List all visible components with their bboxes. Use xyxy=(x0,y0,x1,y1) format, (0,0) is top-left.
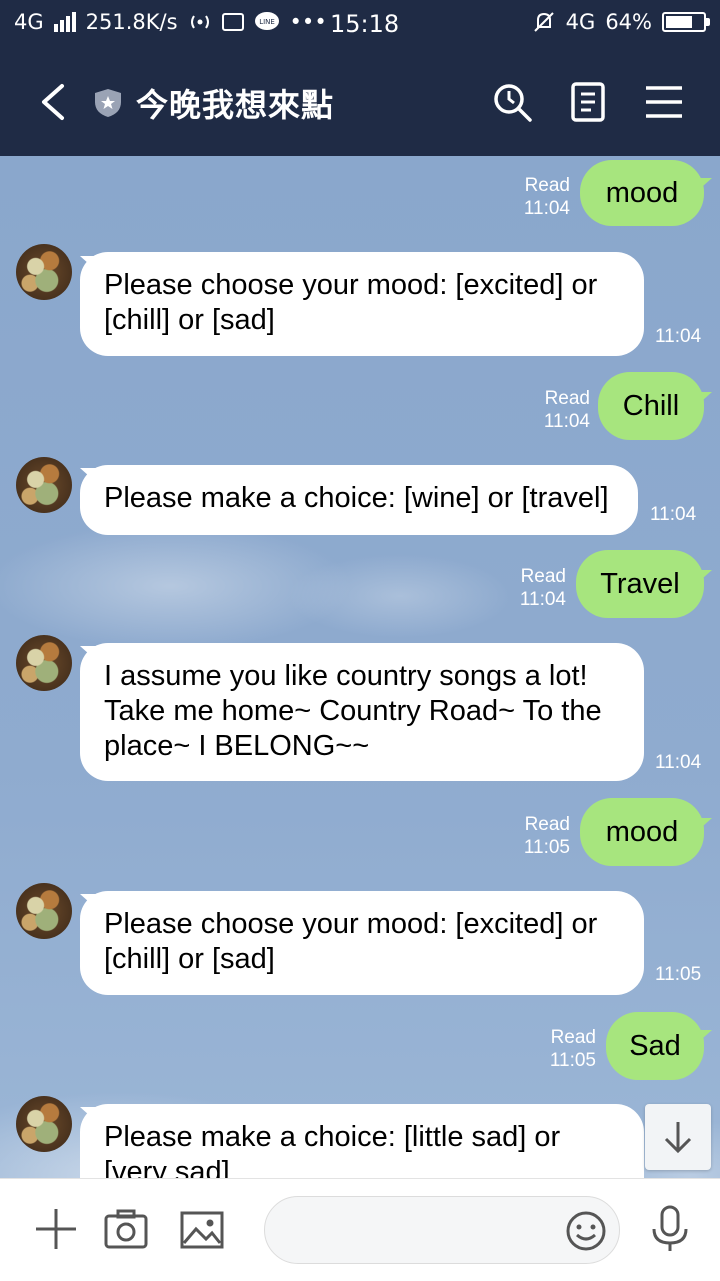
read-receipt: Read xyxy=(524,175,570,196)
message-bubble[interactable]: mood xyxy=(580,798,704,866)
message-meta: Read 11:04 xyxy=(496,565,566,611)
bot-avatar[interactable] xyxy=(16,457,72,513)
microphone-icon xyxy=(652,1205,688,1251)
message-bubble[interactable]: I assume you like country songs a lot! T… xyxy=(80,643,644,781)
search-button[interactable] xyxy=(490,80,534,124)
read-receipt: Read xyxy=(550,1027,596,1048)
message-bubble[interactable]: Please make a choice: [little sad] or [v… xyxy=(80,1104,644,1178)
status-bar: 4G 251.8K/s LINE ••• 15:18 4G 64% xyxy=(0,0,720,48)
status-time: 15:18 xyxy=(330,10,400,38)
network-label: 4G xyxy=(14,10,44,34)
image-button[interactable] xyxy=(176,1203,228,1255)
arrow-down-icon xyxy=(664,1122,692,1154)
emoji-icon xyxy=(566,1211,606,1251)
message-time: 11:04 xyxy=(655,326,702,347)
message-bubble[interactable]: Chill xyxy=(598,372,704,440)
message-bubble[interactable]: mood xyxy=(580,160,704,226)
message-time: 11:04 xyxy=(655,752,702,773)
message-time: 11:04 xyxy=(650,504,697,525)
message-line: Please make a choice: [wine] or [travel] xyxy=(104,482,609,514)
message-time: 11:05 xyxy=(549,1050,596,1071)
message-line: Please choose your mood: [excited] or xyxy=(104,908,598,940)
bot-avatar[interactable] xyxy=(16,883,72,939)
message-line: Please make a choice: [little sad] or xyxy=(104,1121,561,1153)
chevron-left-icon xyxy=(42,84,64,120)
notes-button[interactable] xyxy=(566,80,610,124)
message-bubble[interactable]: Please make a choice: [wine] or [travel] xyxy=(80,465,638,535)
read-receipt: Read xyxy=(544,388,590,409)
status-left: 4G 251.8K/s LINE ••• xyxy=(14,10,327,34)
camera-icon xyxy=(104,1209,148,1249)
mail-icon xyxy=(221,13,244,31)
microphone-button[interactable] xyxy=(644,1203,696,1255)
message-time: 11:05 xyxy=(655,964,702,985)
message-time: 11:04 xyxy=(519,589,566,610)
add-attachment-button[interactable] xyxy=(30,1203,82,1255)
bot-avatar[interactable] xyxy=(16,244,72,300)
image-icon xyxy=(180,1211,224,1249)
scroll-to-bottom-button[interactable] xyxy=(645,1104,711,1170)
battery-icon xyxy=(662,12,710,32)
chat-title: 今晚我想來點 xyxy=(136,86,335,124)
message-time: 11:04 xyxy=(543,411,590,432)
message-line: [very sad] xyxy=(104,1156,230,1178)
read-receipt: Read xyxy=(520,566,566,587)
message-bubble[interactable]: Please choose your mood: [excited] or [c… xyxy=(80,252,644,356)
message-meta: Read 11:04 xyxy=(520,387,590,433)
search-icon xyxy=(494,84,532,122)
battery-percent: 64% xyxy=(605,10,652,34)
message-line: [chill] or [sad] xyxy=(104,304,275,336)
message-line: place~ I BELONG~~ xyxy=(104,730,370,762)
message-meta: Read 11:04 xyxy=(500,174,570,220)
notes-icon xyxy=(571,82,605,122)
network-right-label: 4G xyxy=(565,10,596,34)
menu-icon xyxy=(646,86,682,118)
message-bubble[interactable]: Sad xyxy=(606,1012,704,1080)
back-button[interactable] xyxy=(34,80,74,124)
message-line: [chill] or [sad] xyxy=(104,943,275,975)
menu-button[interactable] xyxy=(642,80,686,124)
plus-icon xyxy=(36,1209,76,1249)
signal-icon xyxy=(53,12,76,32)
message-bubble[interactable]: Travel xyxy=(576,550,704,618)
bot-avatar[interactable] xyxy=(16,1096,72,1152)
status-right: 4G 64% xyxy=(532,10,710,34)
message-line: Take me home~ Country Road~ To the xyxy=(104,695,602,727)
hotspot-icon xyxy=(190,15,209,29)
message-line: I assume you like country songs a lot! xyxy=(104,660,588,692)
message-bubble[interactable]: Please choose your mood: [excited] or [c… xyxy=(80,891,644,995)
message-line: Please choose your mood: [excited] or xyxy=(104,269,598,301)
svg-text:LINE: LINE xyxy=(259,18,275,26)
input-bar xyxy=(0,1178,720,1281)
more-notifications-icon: ••• xyxy=(289,10,327,34)
message-time: 11:04 xyxy=(523,198,570,219)
shield-star-icon xyxy=(95,89,121,117)
chat-header: 今晚我想來點 xyxy=(0,48,720,156)
bot-avatar[interactable] xyxy=(16,635,72,691)
network-speed: 251.8K/s xyxy=(85,10,178,34)
message-time: 11:05 xyxy=(523,837,570,858)
read-receipt: Read xyxy=(524,814,570,835)
message-meta: Read 11:05 xyxy=(500,813,570,859)
message-meta: Read 11:05 xyxy=(526,1026,596,1072)
line-app-icon: LINE xyxy=(254,12,279,30)
mute-icon xyxy=(533,12,554,32)
chat-area[interactable]: Read 11:04 mood Please choose your mood:… xyxy=(0,156,720,1178)
emoji-button[interactable] xyxy=(564,1209,608,1253)
camera-button[interactable] xyxy=(100,1203,152,1255)
